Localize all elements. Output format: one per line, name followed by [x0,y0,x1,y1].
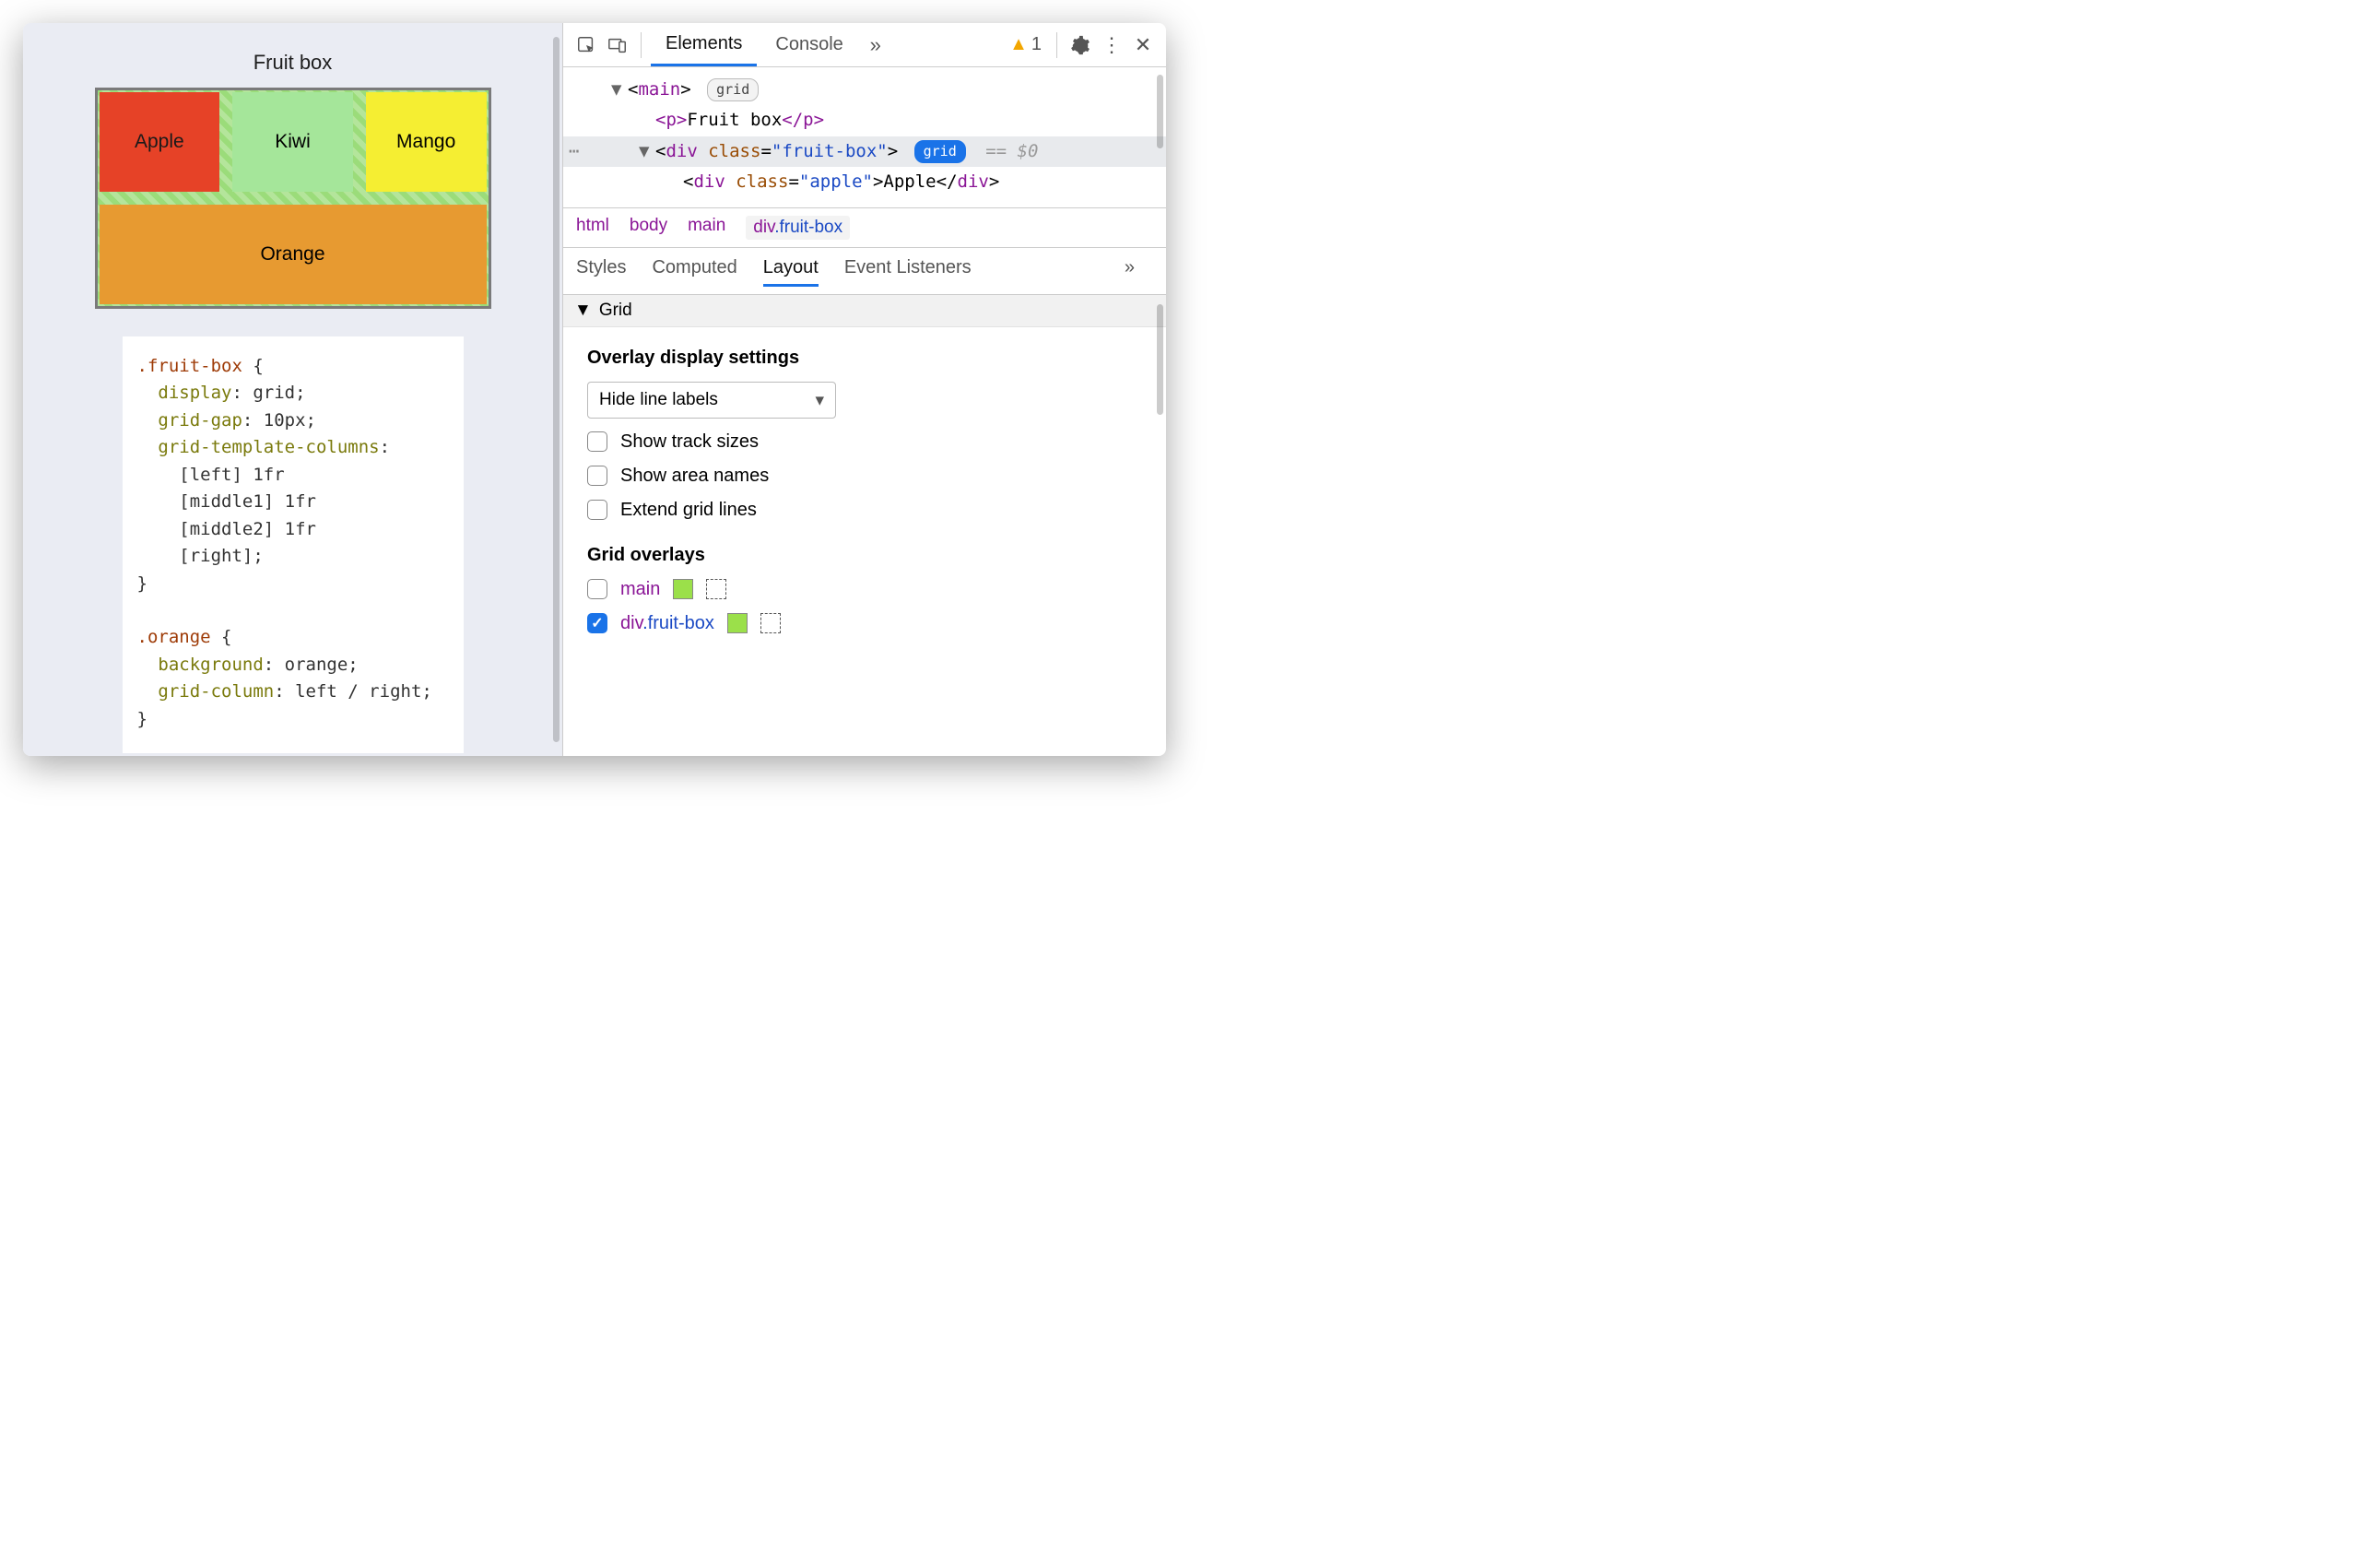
subtabs: Styles Computed Layout Event Listeners » [563,248,1166,295]
overlay-color-main[interactable] [673,579,693,599]
fruit-kiwi: Kiwi [232,92,353,192]
overlay-row-main: main [587,579,1142,600]
css-source: .fruit-box { display: grid; grid-gap: 10… [123,336,464,753]
fruit-mango: Mango [366,92,487,192]
subtab-styles[interactable]: Styles [576,257,626,287]
overlay-color-fruit-box[interactable] [727,613,748,633]
highlight-icon[interactable] [760,613,781,633]
page-title: Fruit box [23,23,562,88]
overlay-row-fruit-box: div.fruit-box [587,613,1142,634]
caret-down-icon: ▼ [574,301,592,320]
device-icon[interactable] [604,31,631,59]
kebab-icon[interactable]: ⋮ [1098,31,1125,59]
dom-scrollbar[interactable] [1157,75,1163,148]
page-scrollbar[interactable] [553,37,560,742]
dom-node-fruit-box[interactable]: ▼ <div class="fruit-box"> grid == $0 [563,136,1166,167]
overlay-name-main[interactable]: main [620,579,660,600]
more-subtabs-icon[interactable]: » [1125,257,1135,287]
fruit-box-grid: Apple Kiwi Mango Orange [95,88,491,309]
close-icon[interactable]: ✕ [1129,31,1157,59]
grid-overlays-title: Grid overlays [587,545,1142,566]
label-track-sizes: Show track sizes [620,431,759,453]
checkbox-track-sizes[interactable] [587,431,607,452]
warnings-badge[interactable]: ▲ 1 [1004,34,1047,55]
overlay-name-fruit-box[interactable]: div.fruit-box [620,613,714,634]
gear-icon[interactable] [1066,31,1094,59]
grid-badge[interactable]: grid [707,78,759,101]
overlay-checkbox-main[interactable] [587,579,607,599]
grid-section-header[interactable]: ▼Grid [563,295,1166,327]
grid-badge-active[interactable]: grid [914,140,966,163]
selected-node-hint: == $0 [985,141,1038,161]
line-labels-select[interactable]: Hide line labels [587,382,836,419]
dom-node-apple[interactable]: <div class="apple">Apple</div> [563,167,1166,197]
layout-panel: ▼Grid Overlay display settings Hide line… [563,295,1166,756]
label-area-names: Show area names [620,466,769,487]
subtab-computed[interactable]: Computed [652,257,736,287]
tab-elements[interactable]: Elements [651,23,757,66]
devtools-window: Fruit box Apple Kiwi Mango Orange .fruit… [23,23,1166,756]
dom-node-p[interactable]: <p>Fruit box</p> [563,105,1166,136]
warnings-count: 1 [1031,34,1042,55]
fruit-apple: Apple [100,92,220,192]
crumb-html[interactable]: html [576,216,609,240]
rendered-page: Fruit box Apple Kiwi Mango Orange .fruit… [23,23,562,756]
checkbox-extend-lines[interactable] [587,500,607,520]
inspect-icon[interactable] [572,31,600,59]
highlight-icon[interactable] [706,579,726,599]
dom-node-main[interactable]: ▼ <main> grid [563,75,1166,105]
crumb-fruit-box[interactable]: div.fruit-box [746,216,850,240]
devtools-toolbar: Elements Console » ▲ 1 ⋮ ✕ [563,23,1166,67]
dom-tree[interactable]: ▼ <main> grid <p>Fruit box</p> ▼ <div cl… [563,67,1166,208]
warning-icon: ▲ [1009,34,1028,55]
checkbox-area-names[interactable] [587,466,607,486]
more-tabs-icon[interactable]: » [862,31,890,59]
devtools-panel: Elements Console » ▲ 1 ⋮ ✕ ▼ <main> grid [562,23,1166,756]
label-extend-lines: Extend grid lines [620,500,757,521]
overlay-checkbox-fruit-box[interactable] [587,613,607,633]
breadcrumb: html body main div.fruit-box [563,208,1166,248]
crumb-main[interactable]: main [688,216,725,240]
overlay-settings-title: Overlay display settings [587,348,1142,369]
caret-down-icon[interactable]: ▼ [639,138,649,165]
subtab-layout[interactable]: Layout [763,257,819,287]
caret-down-icon[interactable]: ▼ [611,77,621,103]
crumb-body[interactable]: body [630,216,667,240]
fruit-orange: Orange [100,205,487,304]
layout-scrollbar[interactable] [1157,304,1163,415]
tab-console[interactable]: Console [760,23,857,66]
subtab-event-listeners[interactable]: Event Listeners [844,257,972,287]
